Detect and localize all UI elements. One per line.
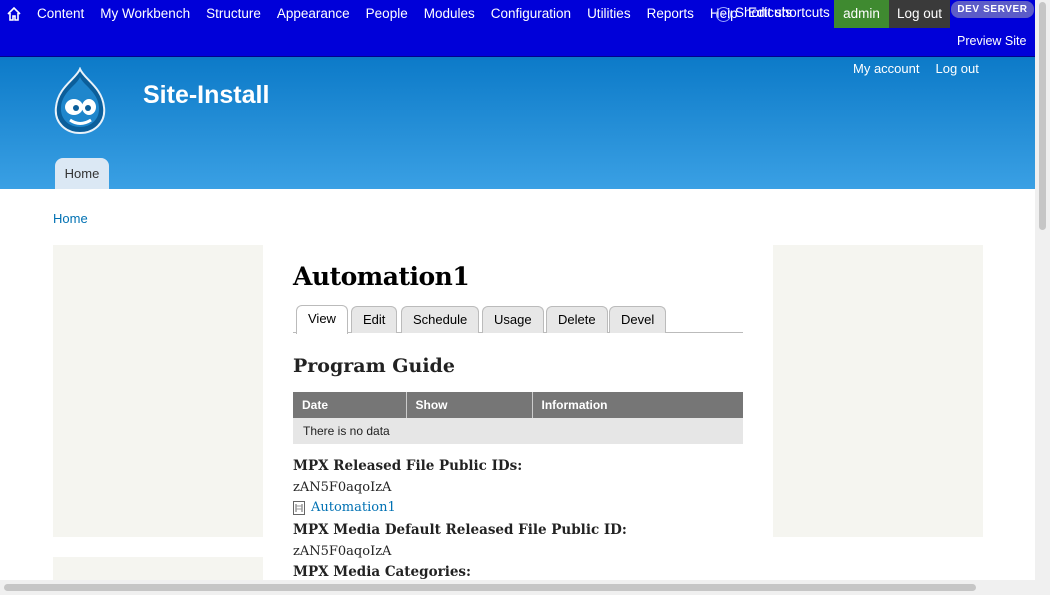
site-name[interactable]: Site-Install [143,81,269,110]
toolbar-item-people[interactable]: People [358,0,416,28]
default-id-value: zAN5F0aqoIzA [293,544,392,559]
document-icon [293,500,305,515]
file-link-label[interactable]: Automation1 [311,500,396,515]
toolbar-item-my-workbench[interactable]: My Workbench [92,0,198,28]
tab-delete[interactable]: Delete [546,306,608,333]
toolbar-item-content[interactable]: Content [29,0,92,28]
local-tabs: View Edit Schedule Usage Delete Devel [293,304,743,334]
toolbar-item-utilities[interactable]: Utilities [579,0,639,28]
main-menu-tab-home[interactable]: Home [55,158,109,189]
edit-shortcuts-link[interactable]: Edit shortcuts [748,5,830,20]
tab-edit[interactable]: Edit [351,306,398,333]
horizontal-scrollbar[interactable] [0,580,1035,595]
user-admin-link[interactable]: admin [834,0,889,28]
drupal-logo-icon[interactable] [50,67,110,135]
sidebar-second [773,245,983,537]
column-header-date[interactable]: Date [293,392,407,418]
page-title: Automation1 [293,262,470,291]
released-ids-value: zAN5F0aqoIzA [293,480,392,495]
toolbar-item-appearance[interactable]: Appearance [269,0,358,28]
vertical-scrollbar-thumb[interactable] [1039,2,1046,230]
toolbar-item-structure[interactable]: Structure [198,0,269,28]
program-guide-table: Date Show Information There is no data [293,392,743,444]
tab-view[interactable]: View [296,305,348,334]
section-title: Program Guide [293,355,455,377]
user-menu: My account Log out [853,61,979,76]
column-header-show[interactable]: Show [406,392,533,418]
toolbar-item-modules[interactable]: Modules [416,0,483,28]
breadcrumb[interactable]: Home [53,211,88,226]
released-ids-label: MPX Released File Public IDs: [293,458,523,474]
toolbar-item-configuration[interactable]: Configuration [483,0,579,28]
site-header: Site-Install My account Log out Home [0,57,1050,189]
horizontal-scrollbar-thumb[interactable] [4,584,976,591]
dev-server-badge: DEV SERVER [951,1,1034,18]
table-row: There is no data [293,418,743,444]
table-header-row: Date Show Information [293,392,743,418]
toolbar-item-reports[interactable]: Reports [639,0,702,28]
toolbar-menu: Content My Workbench Structure Appearanc… [29,0,746,28]
categories-label: MPX Media Categories: [293,564,471,580]
tab-devel[interactable]: Devel [609,306,667,333]
empty-table-message: There is no data [293,418,743,444]
tab-schedule[interactable]: Schedule [401,306,480,333]
toolbar-logout-button[interactable]: Log out [889,0,950,28]
tab-usage[interactable]: Usage [482,306,544,333]
home-icon[interactable] [5,5,23,23]
main-content: Automation1 View Edit Schedule Usage Del… [293,245,743,580]
my-account-link[interactable]: My account [853,61,919,76]
vertical-scrollbar[interactable] [1035,0,1050,595]
file-link[interactable]: Automation1 [293,500,396,515]
header-logout-link[interactable]: Log out [935,61,978,76]
shortcuts-toggle[interactable]: › Shortcuts Edit shortcuts [716,5,830,22]
shortcuts-circle-icon[interactable]: › [716,6,731,22]
preview-site-link[interactable]: Preview Site [957,34,1026,48]
sidebar-first [53,245,263,537]
column-header-information[interactable]: Information [532,392,743,418]
admin-toolbar: Content My Workbench Structure Appearanc… [0,0,1050,57]
default-id-label: MPX Media Default Released File Public I… [293,522,627,538]
sidebar-first-block [53,557,263,580]
